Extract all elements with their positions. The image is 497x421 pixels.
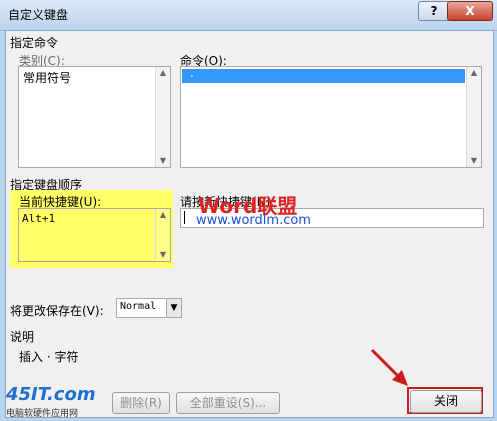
reset-all-button[interactable]: 全部重设(S)... [176,392,280,414]
scroll-up-icon[interactable]: ▲ [156,67,170,79]
commands-scrollbar[interactable]: ▲ ▼ [466,67,481,167]
command-selected-item[interactable]: · [182,69,465,83]
arrow-annotation-icon [370,348,408,386]
title-bar: 自定义键盘 ? X [0,0,497,31]
command-group-title: 指定命令 [10,36,59,50]
save-in-value: Normal [120,301,157,312]
url-watermark: www.wordlm.com [196,213,311,228]
site-watermark: 45IT.com 电脑软硬件应用网 [4,384,114,419]
text-cursor [184,211,185,224]
current-keys-listbox[interactable]: Alt+1 ▲ ▼ [18,208,171,262]
description-text: 插入 · 字符 [19,350,79,364]
save-in-select[interactable]: Normal ▼ [116,298,182,318]
scroll-up-icon[interactable]: ▲ [467,67,481,79]
save-in-label: 将更改保存在(V): [10,304,104,318]
close-button[interactable]: 关闭 [410,390,482,413]
scroll-down-icon[interactable]: ▼ [156,155,170,167]
category-item[interactable]: 常用符号 [23,69,71,86]
categories-scrollbar[interactable]: ▲ ▼ [155,67,170,167]
site-subtitle: 电脑软硬件应用网 [6,409,79,419]
chevron-down-icon[interactable]: ▼ [166,299,181,317]
current-key-item[interactable]: Alt+1 [22,212,55,225]
window-title: 自定义键盘 [8,8,69,22]
scroll-down-icon[interactable]: ▼ [156,249,170,261]
commands-listbox[interactable]: · ▲ ▼ [180,66,482,168]
categories-listbox[interactable]: 常用符号 ▲ ▼ [18,66,171,168]
site-logo-text: 45IT.com [6,384,96,405]
scroll-down-icon[interactable]: ▼ [467,155,481,167]
scroll-up-icon[interactable]: ▲ [156,209,170,221]
current-keys-scrollbar[interactable]: ▲ ▼ [155,209,170,261]
remove-button[interactable]: 删除(R) [112,392,170,414]
help-button[interactable]: ? [418,1,450,21]
description-title: 说明 [10,330,35,344]
window-close-button[interactable]: X [447,1,493,21]
